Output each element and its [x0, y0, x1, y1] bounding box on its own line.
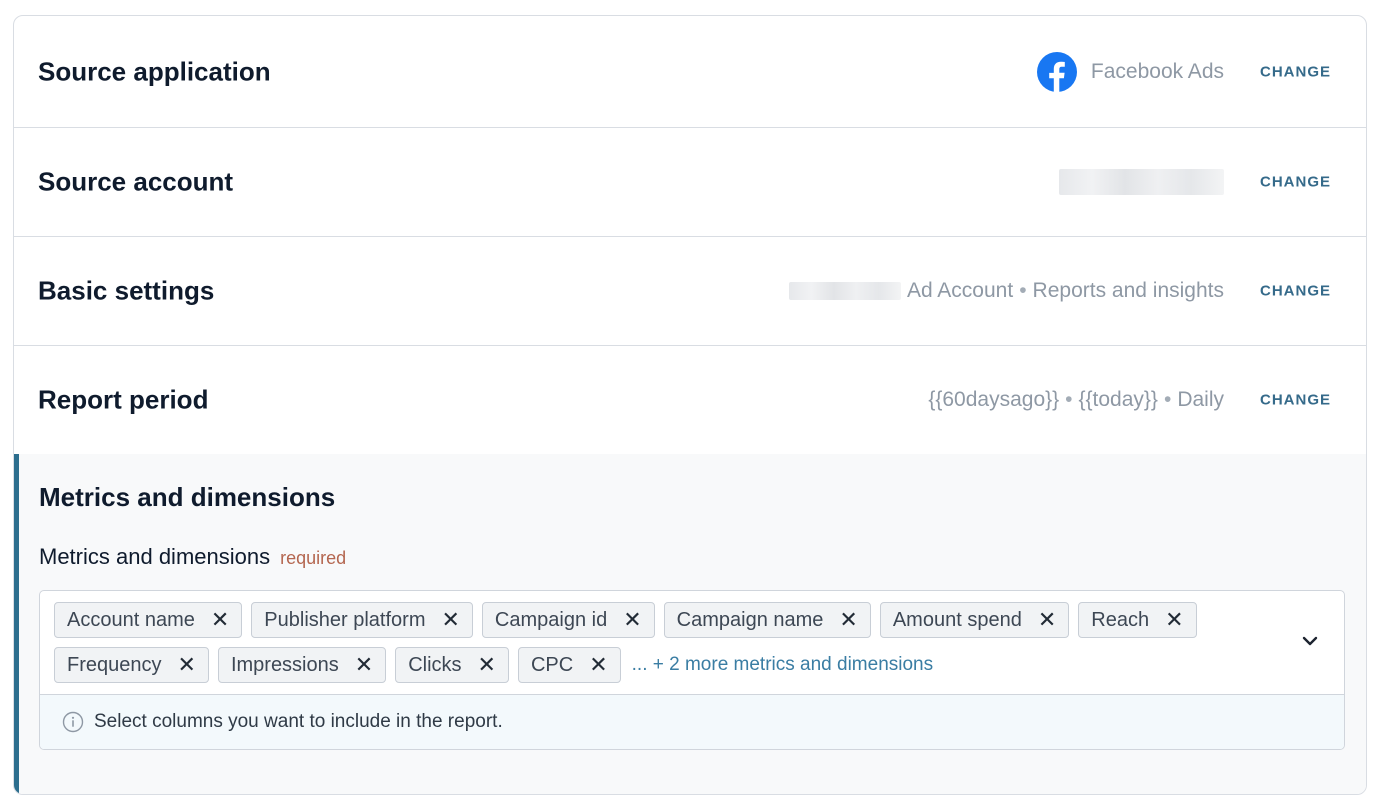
metrics-section-title: Metrics and dimensions [39, 482, 336, 512]
metrics-hint-text: Select columns you want to include in th… [94, 711, 503, 732]
redacted-ad-account [788, 282, 901, 300]
metric-chip: Reach ✕ [1078, 602, 1197, 638]
metric-chip: Account name ✕ [54, 602, 243, 638]
metric-chip-label: Reach [1091, 608, 1150, 631]
metrics-field-label: Metrics and dimensions required [39, 544, 346, 570]
change-report-period-button[interactable]: CHANGE [1260, 392, 1331, 409]
basic-settings-report-type: Reports and insights [1032, 279, 1224, 302]
redacted-account-name [1059, 169, 1224, 195]
facebook-icon [1036, 51, 1077, 92]
chevron-down-icon[interactable] [1298, 629, 1322, 653]
report-period-value: {{60daysago}} • {{today}} • Daily [928, 388, 1224, 412]
basic-settings-value: Ad Account • Reports and insights [788, 279, 1224, 303]
metric-chip: Clicks ✕ [395, 647, 509, 683]
settings-card: Source application Facebook Ads CHANGE S… [13, 15, 1367, 795]
source-account-title: Source account [38, 166, 234, 197]
metric-chip: Publisher platform ✕ [251, 602, 473, 638]
basic-settings-account-type: Ad Account [906, 279, 1014, 302]
source-application-title: Source application [38, 56, 271, 86]
report-period-row: Report period {{60daysago}} • {{today}} … [14, 346, 1366, 455]
separator: • [1163, 388, 1172, 411]
metrics-section: Metrics and dimensions Metrics and dimen… [14, 454, 1366, 794]
source-application-value: Facebook Ads [1036, 51, 1224, 92]
report-period-title: Report period [38, 384, 209, 415]
required-label: required [280, 548, 347, 568]
change-source-account-button[interactable]: CHANGE [1260, 174, 1331, 191]
source-account-value [1059, 169, 1224, 195]
change-source-application-button[interactable]: CHANGE [1260, 63, 1331, 80]
metric-chip-label: Account name [67, 608, 195, 631]
metric-chip-label: Clicks [408, 653, 462, 676]
separator: • [1065, 388, 1073, 411]
selected-metrics-list: Account name ✕ Publisher platform ✕ Campaign… [54, 602, 1284, 683]
metric-chip: CPC ✕ [517, 647, 621, 683]
metric-chip-label: Impressions [230, 653, 339, 676]
metric-chip-label: Campaign id [494, 608, 608, 631]
metric-chip-label: Frequency [67, 653, 162, 676]
metrics-field-label-text: Metrics and dimensions [39, 544, 271, 569]
report-period-end: {{today}} [1078, 388, 1158, 411]
metric-chip-label: Campaign name [676, 608, 824, 631]
remove-metric-icon[interactable]: ✕ [589, 654, 607, 676]
metric-chip-label: Publisher platform [264, 608, 426, 631]
remove-metric-icon[interactable]: ✕ [623, 609, 641, 631]
source-application-row: Source application Facebook Ads CHANGE [14, 16, 1366, 128]
more-metrics-link[interactable]: ... + 2 more metrics and dimensions [632, 654, 934, 676]
metric-chip-label: Amount spend [892, 608, 1022, 631]
metrics-multiselect[interactable]: Account name ✕ Publisher platform ✕ Campaign… [39, 590, 1345, 750]
remove-metric-icon[interactable]: ✕ [355, 654, 373, 676]
metrics-hint: Select columns you want to include in th… [40, 694, 1344, 749]
source-application-name: Facebook Ads [1090, 59, 1224, 83]
remove-metric-icon[interactable]: ✕ [1038, 609, 1056, 631]
metric-chip: Campaign name ✕ [663, 602, 871, 638]
remove-metric-icon[interactable]: ✕ [441, 609, 459, 631]
metric-chip: Impressions ✕ [217, 647, 387, 683]
metric-chip: Amount spend ✕ [879, 602, 1070, 638]
metric-chip: Campaign id ✕ [481, 602, 655, 638]
basic-settings-title: Basic settings [38, 275, 215, 306]
change-basic-settings-button[interactable]: CHANGE [1260, 283, 1331, 300]
basic-settings-row: Basic settings Ad Account • Reports and … [14, 237, 1366, 346]
metric-chip: Frequency ✕ [54, 647, 209, 683]
metric-chip-label: CPC [530, 653, 574, 676]
remove-metric-icon[interactable]: ✕ [178, 654, 196, 676]
source-account-row: Source account CHANGE [14, 128, 1366, 237]
remove-metric-icon[interactable]: ✕ [1165, 609, 1183, 631]
separator: • [1019, 279, 1027, 302]
report-period-granularity: Daily [1177, 388, 1224, 411]
remove-metric-icon[interactable]: ✕ [839, 609, 857, 631]
info-icon [62, 711, 84, 733]
remove-metric-icon[interactable]: ✕ [211, 609, 229, 631]
report-period-start: {{60daysago}} [928, 388, 1060, 411]
remove-metric-icon[interactable]: ✕ [478, 654, 496, 676]
